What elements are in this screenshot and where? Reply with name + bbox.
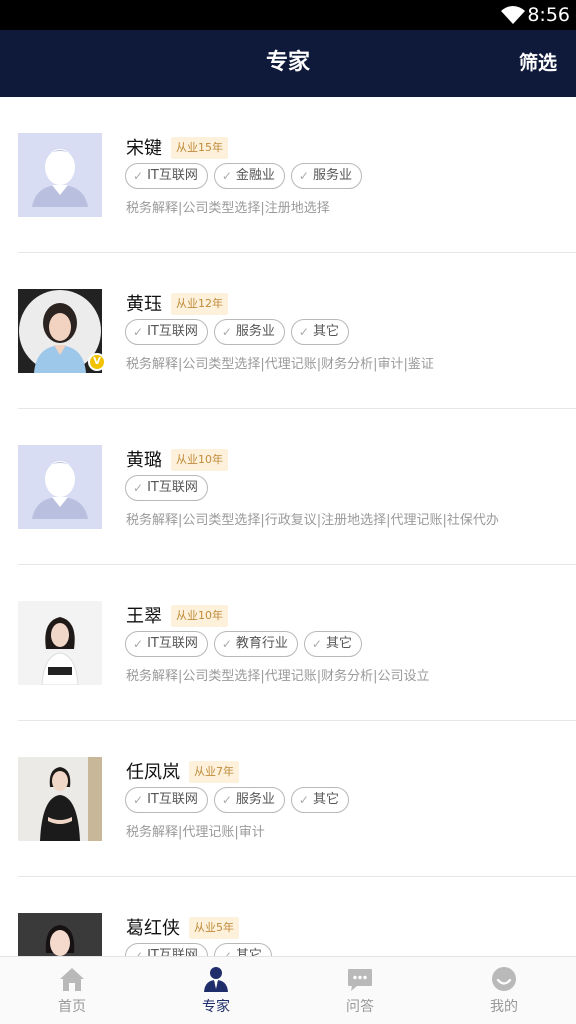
avatar xyxy=(18,445,102,529)
expert-list[interactable]: 宋键 从业15年 ✓ IT互联网 ✓ 金融业 ✓ 服务业 税务解释|公司类型选择|注册… xyxy=(0,97,576,956)
expert-list-item[interactable]: 黄璐 从业10年 ✓ IT互联网 税务解释|公司类型选择|行政复议|注册地选择|代… xyxy=(0,409,576,565)
industry-tag: ✓ IT互联网 xyxy=(125,787,208,813)
check-icon: ✓ xyxy=(221,793,232,807)
check-icon: ✓ xyxy=(133,325,144,339)
industry-tag: ✓ 服务业 xyxy=(213,319,285,345)
industry-tag: ✓ 其它 xyxy=(290,319,349,345)
check-icon: ✓ xyxy=(221,325,232,339)
experience-badge: 从业15年 xyxy=(171,137,228,159)
tab-home[interactable]: 首页 xyxy=(0,957,144,1024)
industry-tags: ✓ IT互联网 ✓ 其它 xyxy=(125,943,272,956)
avatar xyxy=(18,913,102,956)
expert-name: 黄璐 xyxy=(126,450,162,471)
industry-tag: ✓ 服务业 xyxy=(213,787,285,813)
expert-list-item[interactable]: 任凤岚 从业7年 ✓ IT互联网 ✓ 服务业 ✓ 其它 税务解释|代理记账|审计 xyxy=(0,721,576,877)
check-icon: ✓ xyxy=(298,169,309,183)
check-icon: ✓ xyxy=(221,169,232,183)
industry-tag: ✓ IT互联网 xyxy=(125,475,208,501)
wifi-icon xyxy=(501,6,525,24)
vip-badge-icon: V xyxy=(88,353,106,371)
expert-list-item[interactable]: 葛红侠 从业5年 ✓ IT互联网 ✓ 其它 xyxy=(0,877,576,956)
profile-icon xyxy=(492,967,516,991)
service-list: 税务解释|公司类型选择|注册地选择 xyxy=(126,201,330,216)
bottom-tab-bar: 首页 专家 问答 我的 xyxy=(0,956,576,1024)
expert-icon xyxy=(204,967,228,992)
industry-tags: ✓ IT互联网 ✓ 金融业 ✓ 服务业 xyxy=(125,163,362,189)
check-icon: ✓ xyxy=(133,949,144,956)
service-list: 税务解释|公司类型选择|行政复议|注册地选择|代理记账|社保代办 xyxy=(126,513,499,528)
status-time: 8:56 xyxy=(527,4,570,26)
expert-list-item[interactable]: 王翠 从业10年 ✓ IT互联网 ✓ 教育行业 ✓ 其它 税务解释|公司类型选择|代理… xyxy=(0,565,576,721)
check-icon: ✓ xyxy=(133,481,144,495)
check-icon: ✓ xyxy=(298,325,309,339)
industry-tags: ✓ IT互联网 xyxy=(125,475,208,501)
service-list: 税务解释|代理记账|审计 xyxy=(126,825,265,840)
industry-tag: ✓ 金融业 xyxy=(213,163,285,189)
industry-tags: ✓ IT互联网 ✓ 服务业 ✓ 其它 xyxy=(125,319,349,345)
avatar xyxy=(18,601,102,685)
service-list: 税务解释|公司类型选择|代理记账|财务分析|公司设立 xyxy=(126,669,430,684)
industry-tags: ✓ IT互联网 ✓ 服务业 ✓ 其它 xyxy=(125,787,349,813)
check-icon: ✓ xyxy=(298,793,309,807)
check-icon: ✓ xyxy=(221,637,232,651)
industry-tag: ✓ IT互联网 xyxy=(125,943,208,956)
expert-list-item[interactable]: V 黄珏 从业12年 ✓ IT互联网 ✓ 服务业 ✓ 其它 税务解释|公司类型选择|代… xyxy=(0,253,576,409)
expert-name: 黄珏 xyxy=(126,294,162,315)
check-icon: ✓ xyxy=(133,793,144,807)
experience-badge: 从业12年 xyxy=(171,293,228,315)
tab-label: 问答 xyxy=(346,999,374,1015)
industry-tag: ✓ 其它 xyxy=(303,631,362,657)
experience-badge: 从业10年 xyxy=(171,605,228,627)
tab-label: 专家 xyxy=(202,999,230,1015)
industry-tag: ✓ 教育行业 xyxy=(213,631,298,657)
industry-tag: ✓ 其它 xyxy=(213,943,272,956)
check-icon: ✓ xyxy=(221,949,232,956)
check-icon: ✓ xyxy=(133,637,144,651)
expert-name: 宋键 xyxy=(126,138,162,159)
experience-badge: 从业10年 xyxy=(171,449,228,471)
chat-icon xyxy=(348,969,372,991)
avatar xyxy=(18,133,102,217)
industry-tag: ✓ IT互联网 xyxy=(125,163,208,189)
status-bar: 8:56 xyxy=(0,0,576,30)
industry-tag: ✓ 其它 xyxy=(290,787,349,813)
experience-badge: 从业7年 xyxy=(189,761,239,783)
expert-name: 任凤岚 xyxy=(126,762,180,783)
expert-name: 葛红侠 xyxy=(126,918,180,939)
tab-expert[interactable]: 专家 xyxy=(144,957,288,1024)
check-icon: ✓ xyxy=(133,169,144,183)
filter-button[interactable]: 筛选 xyxy=(519,50,557,76)
experience-badge: 从业5年 xyxy=(189,917,239,939)
industry-tag: ✓ IT互联网 xyxy=(125,319,208,345)
industry-tag: ✓ 服务业 xyxy=(290,163,362,189)
check-icon: ✓ xyxy=(311,637,322,651)
expert-list-item[interactable]: 宋键 从业15年 ✓ IT互联网 ✓ 金融业 ✓ 服务业 税务解释|公司类型选择|注册… xyxy=(0,97,576,253)
home-icon xyxy=(60,968,84,991)
avatar xyxy=(18,757,102,841)
industry-tags: ✓ IT互联网 ✓ 教育行业 ✓ 其它 xyxy=(125,631,362,657)
tab-label: 首页 xyxy=(58,999,86,1015)
service-list: 税务解释|公司类型选择|代理记账|财务分析|审计|鉴证 xyxy=(126,357,434,372)
tab-profile[interactable]: 我的 xyxy=(432,957,576,1024)
page-title: 专家 xyxy=(265,50,310,75)
industry-tag: ✓ IT互联网 xyxy=(125,631,208,657)
nav-bar: 专家 筛选 xyxy=(0,30,576,97)
expert-name: 王翠 xyxy=(126,606,162,627)
tab-label: 我的 xyxy=(490,999,518,1015)
tab-qa[interactable]: 问答 xyxy=(288,957,432,1024)
